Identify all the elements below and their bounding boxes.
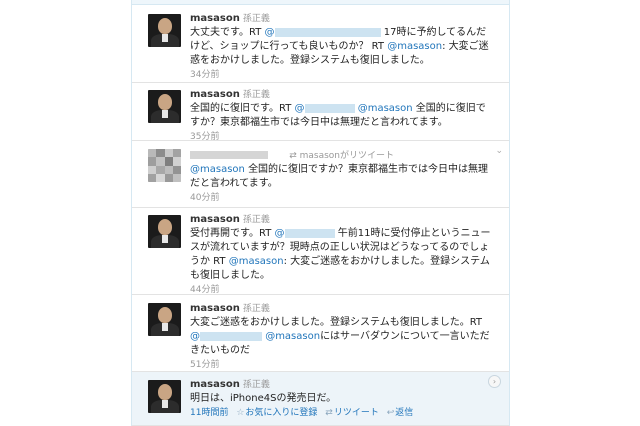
retweet-button[interactable]: ⇄リツイート [325, 408, 379, 418]
tweet-meta: 40分前 [190, 192, 495, 204]
mention-link[interactable]: @masason [358, 103, 413, 114]
blurred-username [304, 103, 355, 113]
mention-link[interactable]: @ [275, 228, 335, 239]
full-name: 孫正義 [242, 14, 270, 24]
full-name: 孫正義 [242, 304, 270, 314]
mention-link[interactable]: @ [265, 27, 381, 38]
screen-name[interactable]: masason [190, 214, 240, 225]
avatar-collar [162, 110, 168, 118]
retweet-icon: ⇄ [289, 151, 297, 161]
mention-link[interactable]: @ [190, 331, 262, 342]
tweet-header: masason 孫正義 [190, 11, 495, 26]
avatar-blurred[interactable] [148, 149, 181, 182]
tweet-content: masason 孫正義 受付再開です。RT @ 午前11時に受付停止というニュース… [190, 212, 495, 296]
retweet-label: リツイート [333, 408, 379, 418]
tweet-header: masason 孫正義 [190, 212, 495, 227]
tweet-text: 全国的に復旧です。RT @ @masason 全国的に復旧ですか？東京都福生市で… [190, 102, 495, 130]
avatar[interactable] [148, 14, 181, 47]
tweet-text-part: 明日は、iPhone4Sの発売日だ。 [190, 393, 337, 404]
tweet-stream: masason 孫正義 大丈夫です。RT @ 17時に予約してるんだけど、ショップ… [131, 0, 510, 426]
tweet-text: 受付再開です。RT @ 午前11時に受付停止というニュースが流れていますが？現時… [190, 227, 495, 283]
screen-name[interactable]: masason [190, 89, 240, 100]
retweet-icon: ⇄ [325, 408, 333, 418]
tweet-content: masason 孫正義 明日は、iPhone4Sの発売日だ。 11時間前 ☆お気に… [190, 377, 495, 419]
tweet-text-part: 受付再開です。RT [190, 228, 272, 239]
reply-icon: ↩ [386, 408, 395, 418]
tweet-content: ⇄ masasonがリツイート @masason 全国的に復旧ですか？東京都福生… [190, 148, 495, 204]
reply-label: 返信 [395, 408, 414, 418]
tweet-content: masason 孫正義 大変ご迷惑をおかけしました。登録システムも復旧しました。R… [190, 301, 495, 371]
tweet-text: @masason 全国的に復旧ですか？東京都福生市では今日中は無理だと言われてま… [190, 163, 495, 191]
right-rail [510, 0, 640, 426]
blurred-username [274, 27, 381, 37]
tweet-item[interactable]: masason 孫正義 大変ご迷惑をおかけしました。登録システムも復旧しました。R… [132, 295, 509, 372]
avatar[interactable] [148, 303, 181, 336]
tweet-item[interactable]: masason 孫正義 大丈夫です。RT @ 17時に予約してるんだけど、ショップ… [132, 5, 509, 83]
mention-link[interactable]: @ [295, 103, 355, 114]
tweet-text-part: 大変ご迷惑をおかけしました。登録システムも復旧しました。RT [190, 317, 483, 328]
mention-link[interactable]: @masason [229, 256, 284, 267]
full-name: 孫正義 [242, 380, 270, 390]
avatar-collar [162, 235, 168, 243]
avatar-face [158, 384, 172, 400]
tweet-text: 明日は、iPhone4Sの発売日だ。 [190, 392, 495, 406]
mention-link[interactable]: @masason [387, 41, 442, 52]
tweet-text-part: 大丈夫です。RT [190, 27, 262, 38]
tweet-item-retweet[interactable]: ⇄ masasonがリツイート @masason 全国的に復旧ですか？東京都福生… [132, 141, 509, 208]
left-rail [0, 0, 131, 426]
mention-link[interactable]: @masason [265, 331, 320, 342]
tweet-header: masason 孫正義 [190, 301, 495, 316]
full-name: 孫正義 [242, 90, 270, 100]
avatar-face [158, 18, 172, 34]
reply-button[interactable]: ↩返信 [387, 408, 414, 418]
mention-link[interactable]: @masason [190, 164, 245, 175]
retweet-note-label: masasonがリツイート [299, 151, 394, 161]
avatar[interactable] [148, 215, 181, 248]
avatar-face [158, 219, 172, 235]
tweet-header: ⇄ masasonがリツイート [190, 148, 495, 163]
avatar-face [158, 94, 172, 110]
favorite-button[interactable]: ☆お気に入りに登録 [236, 408, 317, 418]
timestamp-link[interactable]: 51分前 [190, 360, 219, 370]
screen-name[interactable]: masason [190, 303, 240, 314]
blurred-username [284, 228, 335, 238]
tweet-item-hovered[interactable]: masason 孫正義 明日は、iPhone4Sの発売日だ。 11時間前 ☆お気に… [132, 372, 509, 426]
avatar-face [158, 307, 172, 323]
timestamp-link[interactable]: 34分前 [190, 70, 219, 80]
blurred-screen-name[interactable] [190, 151, 268, 159]
tweet-actions: 11時間前 ☆お気に入りに登録 ⇄リツイート ↩返信 [190, 407, 495, 419]
avatar-collar [162, 34, 168, 42]
tweet-text-part: 全国的に復旧です。RT [190, 103, 292, 114]
screen-name[interactable]: masason [190, 379, 240, 390]
avatar-collar [162, 400, 168, 408]
tweet-item[interactable]: masason 孫正義 受付再開です。RT @ 午前11時に受付停止というニュース… [132, 208, 509, 295]
full-name: 孫正義 [242, 215, 270, 225]
tweet-header: masason 孫正義 [190, 87, 495, 102]
avatar-blur-pixels [148, 149, 181, 182]
tweet-content: masason 孫正義 大丈夫です。RT @ 17時に予約してるんだけど、ショップ… [190, 11, 495, 81]
retweet-note: ⇄ masasonがリツイート [289, 151, 394, 161]
tweet-meta: 51分前 [190, 359, 495, 371]
star-icon: ☆ [236, 408, 245, 418]
timestamp-link[interactable]: 44分前 [190, 285, 219, 295]
favorite-label: お気に入りに登録 [245, 408, 318, 418]
timestamp-link[interactable]: 40分前 [190, 193, 219, 203]
tweet-content: masason 孫正義 全国的に復旧です。RT @ @masason 全国的に復旧… [190, 87, 495, 143]
timestamp-link[interactable]: 11時間前 [190, 408, 228, 418]
tweet-header: masason 孫正義 [190, 377, 495, 392]
avatar-collar [162, 323, 168, 331]
avatar[interactable] [148, 380, 181, 413]
avatar[interactable] [148, 90, 181, 123]
chevron-right-icon[interactable]: › [488, 375, 501, 388]
tweet-text: 大丈夫です。RT @ 17時に予約してるんだけど、ショップに行っても良いものか？… [190, 26, 495, 68]
blurred-username [200, 331, 262, 341]
tweet-item[interactable]: masason 孫正義 全国的に復旧です。RT @ @masason 全国的に復旧… [132, 83, 509, 143]
screen-name[interactable]: masason [190, 13, 240, 24]
chevron-down-icon[interactable]: ⌄ [495, 146, 503, 156]
tweet-meta: 34分前 [190, 69, 495, 81]
tweet-text: 大変ご迷惑をおかけしました。登録システムも復旧しました。RT @ @masaso… [190, 316, 495, 358]
